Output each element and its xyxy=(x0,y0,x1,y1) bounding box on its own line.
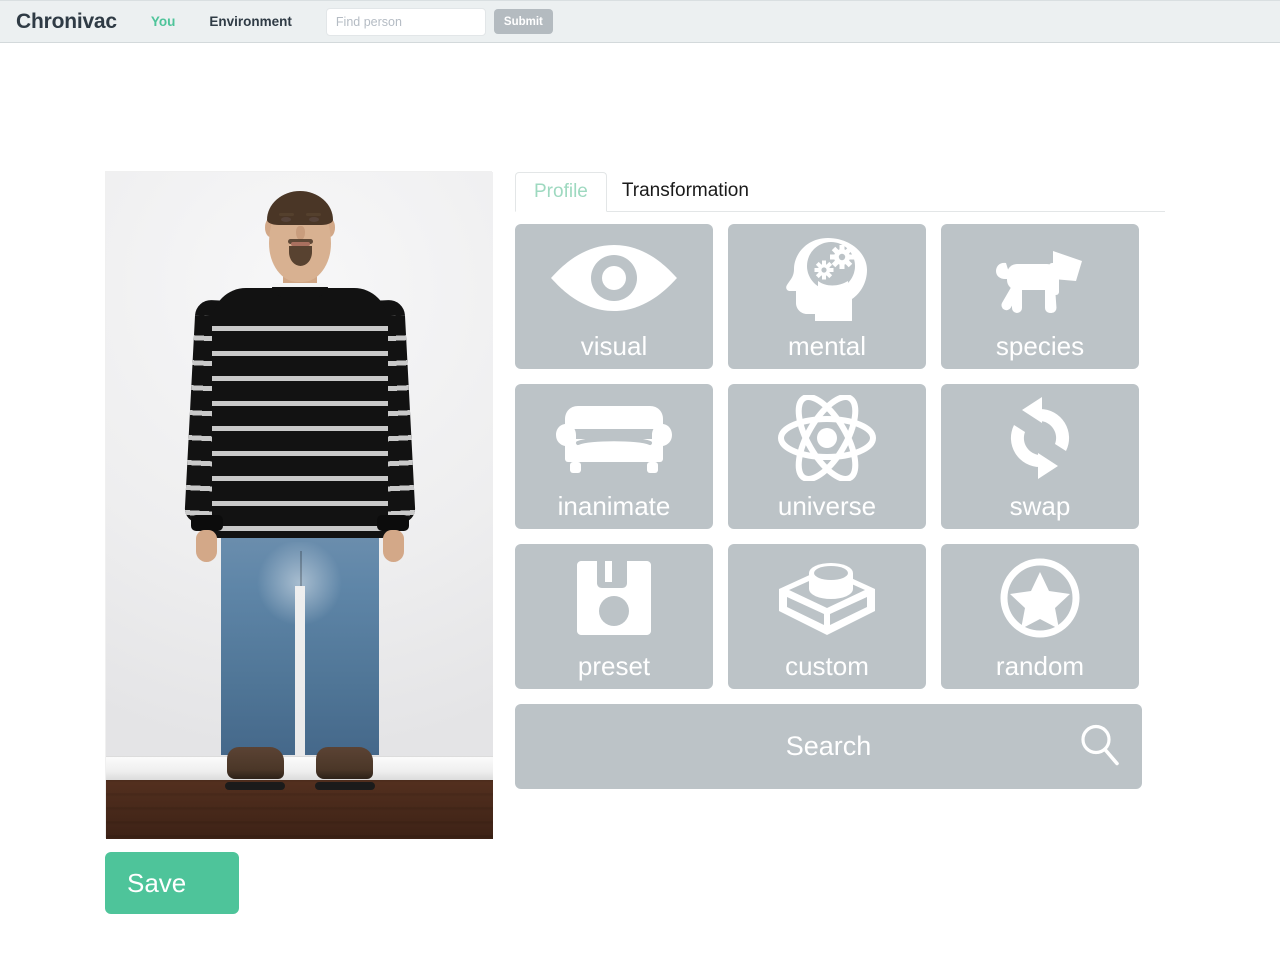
search-label: Search xyxy=(785,731,872,761)
person-right-sole xyxy=(314,781,375,790)
app-brand[interactable]: Chronivac xyxy=(16,10,117,34)
tile-swap[interactable]: swap xyxy=(941,384,1139,529)
person-left-sole xyxy=(224,781,285,790)
person-leg-gap xyxy=(294,585,305,756)
photo-floor xyxy=(106,779,493,839)
submit-button[interactable]: Submit xyxy=(493,9,553,34)
person-left-boot xyxy=(226,746,284,779)
dog-icon xyxy=(941,224,1139,331)
tile-species[interactable]: species xyxy=(941,224,1139,369)
person-left-hand xyxy=(195,529,217,562)
couch-icon xyxy=(515,384,713,491)
person-nose xyxy=(295,226,305,241)
tab-bar: Profile Transformation xyxy=(515,171,1165,212)
nav-link-environment[interactable]: Environment xyxy=(209,14,292,29)
floppy-disk-icon xyxy=(515,544,713,651)
tile-random[interactable]: random xyxy=(941,544,1139,689)
tile-universe[interactable]: universe xyxy=(728,384,926,529)
tile-label: species xyxy=(995,331,1085,361)
tile-label: visual xyxy=(580,331,648,361)
nav-search-group: Submit xyxy=(325,7,553,36)
tile-label: mental xyxy=(787,331,867,361)
tile-inanimate[interactable]: inanimate xyxy=(515,384,713,529)
tile-label: swap xyxy=(1009,491,1071,521)
person-photo xyxy=(105,171,493,839)
photo-panel: Save xyxy=(105,171,493,914)
person-right-brow xyxy=(305,212,321,216)
person-right-cuff xyxy=(376,514,409,531)
tile-label: custom xyxy=(785,651,869,681)
person-right-boot xyxy=(315,746,373,779)
transformation-panel: Profile Transformation visual mental spe… xyxy=(515,171,1165,789)
person-left-brow xyxy=(278,212,294,216)
person-right-hand xyxy=(382,529,404,562)
person-striped-sweater xyxy=(211,288,388,539)
save-button[interactable]: Save xyxy=(105,852,239,914)
nav-link-you[interactable]: You xyxy=(151,14,176,29)
search-bar[interactable]: Search xyxy=(515,704,1142,789)
tile-custom[interactable]: custom xyxy=(728,544,926,689)
tab-profile[interactable]: Profile xyxy=(515,172,607,212)
head-gears-icon xyxy=(728,224,926,331)
tab-transformation[interactable]: Transformation xyxy=(607,171,768,211)
atom-icon xyxy=(728,384,926,491)
tile-visual[interactable]: visual xyxy=(515,224,713,369)
magnifier-icon[interactable] xyxy=(1078,722,1120,771)
find-person-input[interactable] xyxy=(325,7,486,36)
top-navbar: Chronivac You Environment Submit xyxy=(0,0,1280,43)
transformation-tile-grid: visual mental species inanimate universe… xyxy=(515,224,1165,689)
eye-icon xyxy=(515,224,713,331)
tile-preset[interactable]: preset xyxy=(515,544,713,689)
tile-label: inanimate xyxy=(557,491,671,521)
tile-label: random xyxy=(995,651,1085,681)
person-left-cuff xyxy=(190,514,223,531)
tile-label: universe xyxy=(777,491,877,521)
swap-arrows-icon xyxy=(941,384,1139,491)
star-circle-icon xyxy=(941,544,1139,651)
tile-mental[interactable]: mental xyxy=(728,224,926,369)
lego-brick-icon xyxy=(728,544,926,651)
tile-label: preset xyxy=(577,651,651,681)
photo-baseboard xyxy=(106,755,493,780)
